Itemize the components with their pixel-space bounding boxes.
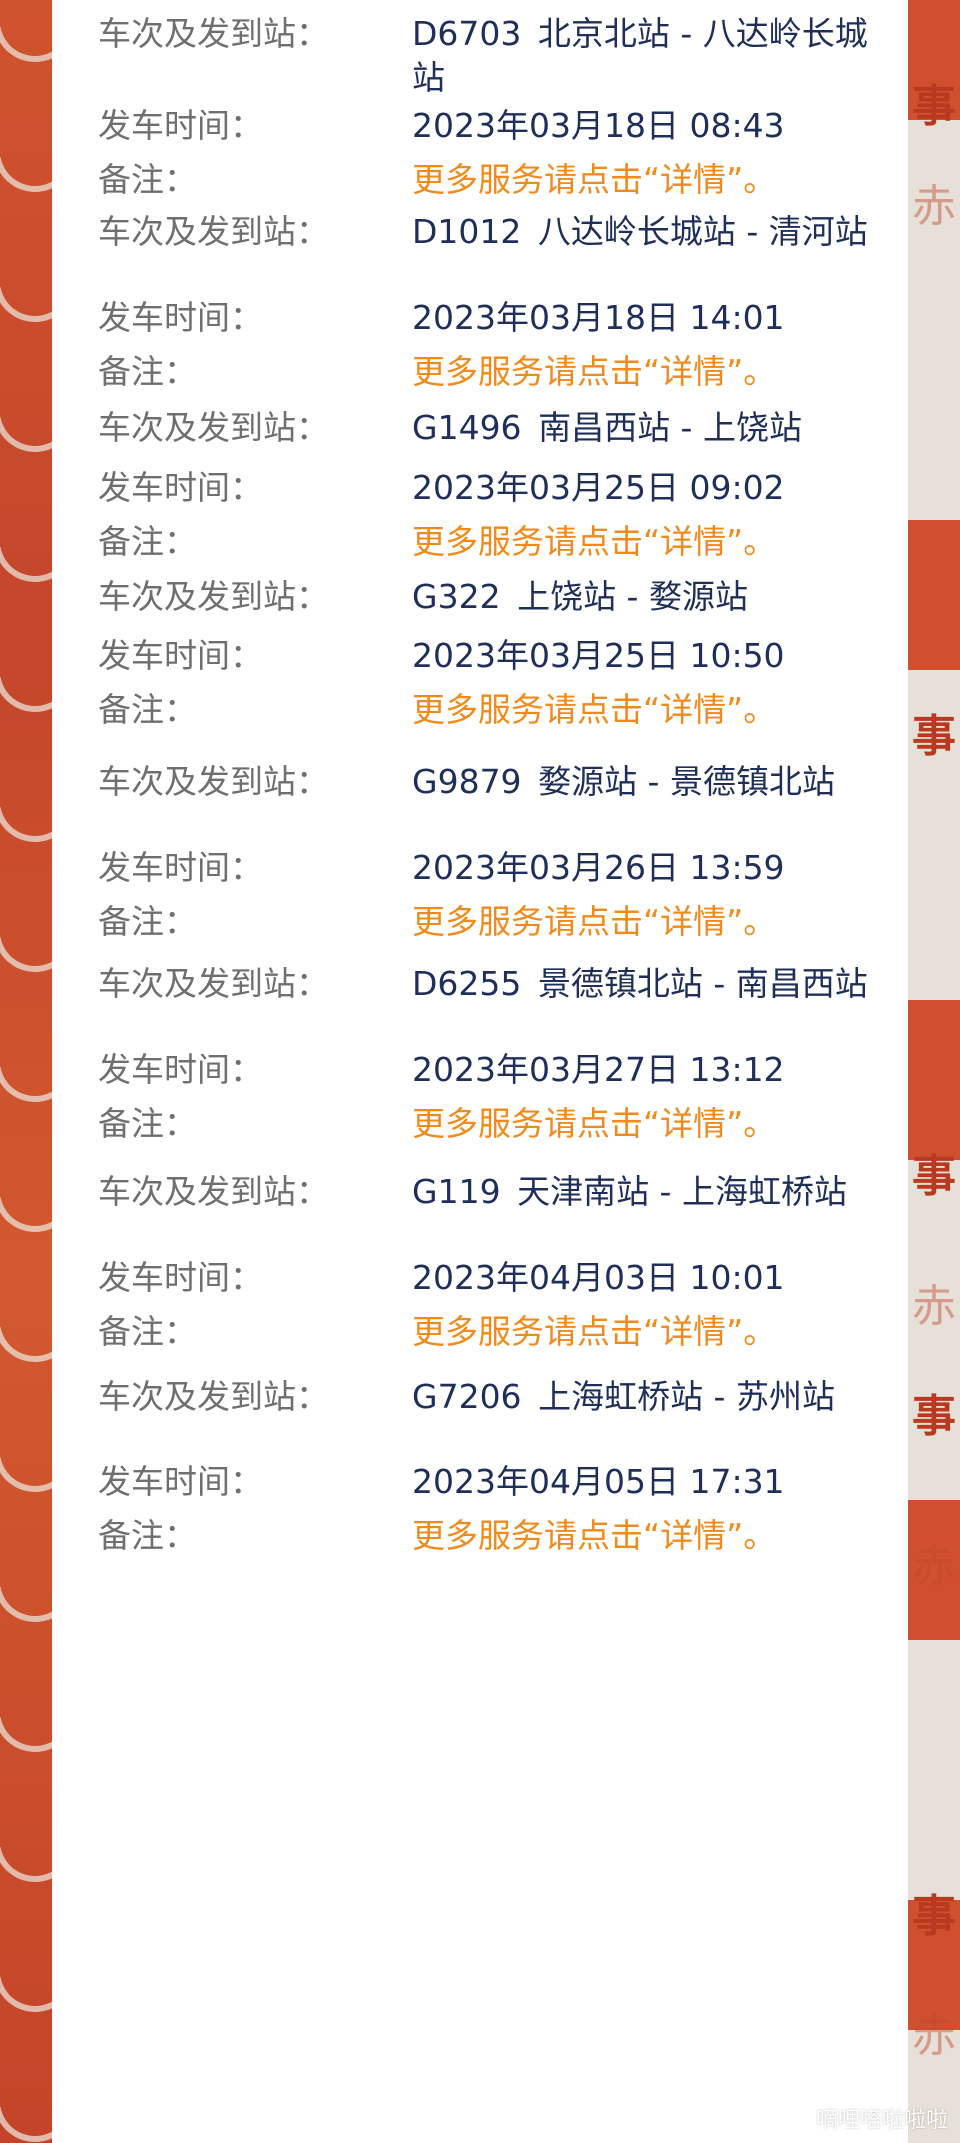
train-number: G9879: [412, 762, 522, 801]
decorative-glyph: 赤: [912, 181, 956, 232]
decorative-glyph: 赤: [912, 2011, 956, 2062]
weibo-icon: [790, 2111, 811, 2129]
train-and-route-value: G7206 上海虹桥站 - 苏州站: [412, 1375, 900, 1419]
decorative-swirl: [0, 873, 52, 989]
details-link[interactable]: 更多服务请点击“详情”。: [412, 688, 900, 732]
decorative-swirl: [0, 93, 52, 209]
decorative-swirl: [0, 1523, 52, 1639]
details-link[interactable]: 更多服务请点击“详情”。: [412, 1310, 900, 1354]
remark-label: 备注：: [98, 1312, 197, 1351]
ticket-list-panel: 车次及发到站： D6703 北京北站 - 八达岭长城站发车时间： 2023年03月1…: [52, 0, 908, 2143]
train-route-label: 车次及发到站：: [98, 577, 329, 616]
remark-label: 备注：: [98, 1516, 197, 1555]
train-and-route-value: G1496 南昌西站 - 上饶站: [412, 406, 900, 450]
departure-time-label: 发车时间：: [98, 636, 263, 675]
decorative-glyph: 赤: [912, 1541, 956, 1592]
remark-label: 备注：: [98, 160, 197, 199]
decorative-swirl: [0, 1913, 52, 2029]
decorative-swirl: [0, 1783, 52, 1899]
route-stations: 上海虹桥站 - 苏州站: [538, 1377, 835, 1416]
departure-time-label: 发车时间：: [98, 1258, 263, 1297]
route-stations: 南昌西站 - 上饶站: [538, 408, 802, 447]
decorative-glyph: 事: [912, 1891, 956, 1942]
train-and-route-value: G119 天津南站 - 上海虹桥站: [412, 1170, 900, 1214]
train-route-label: 车次及发到站：: [98, 964, 329, 1003]
decorative-swirl: [0, 0, 52, 79]
departure-time-value: 2023年04月05日 17:31: [412, 1462, 785, 1501]
details-link[interactable]: 更多服务请点击“详情”。: [412, 1102, 900, 1146]
decorative-glyph: 赤: [912, 1281, 956, 1332]
route-stations: 上饶站 - 婺源站: [517, 577, 748, 616]
train-route-label: 车次及发到站：: [98, 1172, 329, 1211]
decorative-swirl: [0, 1393, 52, 1509]
train-route-label: 车次及发到站：: [98, 408, 329, 447]
departure-time-value: 2023年03月25日 10:50: [412, 636, 785, 675]
remark-label: 备注：: [98, 352, 197, 391]
train-route-label: 车次及发到站：: [98, 14, 329, 53]
train-number: D1012: [412, 212, 522, 251]
train-route-label: 车次及发到站：: [98, 212, 329, 251]
train-and-route-value: G322 上饶站 - 婺源站: [412, 575, 900, 619]
departure-time-value: 2023年03月27日 13:12: [412, 1050, 785, 1089]
train-and-route-value: D6703 北京北站 - 八达岭长城站: [412, 12, 900, 100]
details-link[interactable]: 更多服务请点击“详情”。: [412, 900, 900, 944]
remark-label: 备注：: [98, 902, 197, 941]
departure-time-label: 发车时间：: [98, 1050, 263, 1089]
train-number: G7206: [412, 1377, 522, 1416]
departure-time-value: 2023年04月03日 10:01: [412, 1258, 785, 1297]
decorative-swirl: [0, 1653, 52, 1769]
decorative-glyph: 事: [912, 1151, 956, 1202]
decorative-swirl: [0, 223, 52, 339]
route-stations: 景德镇北站 - 南昌西站: [537, 964, 868, 1003]
train-route-label: 车次及发到站：: [98, 762, 329, 801]
right-decorative-strip: 事赤事事赤事赤事赤: [908, 0, 960, 2143]
departure-time-value: 2023年03月18日 08:43: [412, 106, 785, 145]
left-decorative-strip: [0, 0, 52, 2143]
departure-time-label: 发车时间：: [98, 106, 263, 145]
details-link[interactable]: 更多服务请点击“详情”。: [412, 1514, 900, 1558]
departure-time-label: 发车时间：: [98, 1462, 263, 1501]
train-number: G119: [412, 1172, 501, 1211]
departure-time-value: 2023年03月25日 09:02: [412, 468, 785, 507]
train-number: D6703: [412, 14, 522, 53]
train-and-route-value: D1012 八达岭长城站 - 清河站: [412, 210, 900, 254]
departure-time-label: 发车时间：: [98, 298, 263, 337]
watermark-text: 嘀哩嗒啦啦啦: [816, 2108, 949, 2133]
departure-time-label: 发车时间：: [98, 468, 263, 507]
route-stations: 八达岭长城站 - 清河站: [537, 212, 868, 251]
route-stations: 天津南站 - 上海虹桥站: [517, 1172, 847, 1211]
decorative-swirl: [0, 743, 52, 859]
train-number: G1496: [412, 408, 522, 447]
remark-label: 备注：: [98, 690, 197, 729]
train-and-route-value: G9879 婺源站 - 景德镇北站: [412, 760, 900, 804]
details-link[interactable]: 更多服务请点击“详情”。: [412, 350, 900, 394]
details-link[interactable]: 更多服务请点击“详情”。: [412, 520, 900, 564]
decorative-swirl: [0, 483, 52, 599]
decorative-glyph: 事: [912, 1391, 956, 1442]
decorative-swirl: [0, 2043, 52, 2143]
departure-time-label: 发车时间：: [98, 848, 263, 887]
train-route-label: 车次及发到站：: [98, 1377, 329, 1416]
remark-label: 备注：: [98, 1104, 197, 1143]
decorative-swirl: [0, 1263, 52, 1379]
train-number: D6255: [412, 964, 522, 1003]
decorative-block: [908, 1000, 960, 1160]
watermark: 嘀哩嗒啦啦啦: [790, 2102, 948, 2134]
decorative-glyph: 事: [912, 711, 956, 762]
departure-time-value: 2023年03月26日 13:59: [412, 848, 785, 887]
route-stations: 婺源站 - 景德镇北站: [538, 762, 835, 801]
decorative-swirl: [0, 613, 52, 729]
decorative-swirl: [0, 353, 52, 469]
decorative-block: [908, 520, 960, 670]
decorative-swirl: [0, 1003, 52, 1119]
remark-label: 备注：: [98, 522, 197, 561]
departure-time-value: 2023年03月18日 14:01: [412, 298, 785, 337]
train-and-route-value: D6255 景德镇北站 - 南昌西站: [412, 962, 900, 1006]
details-link[interactable]: 更多服务请点击“详情”。: [412, 158, 900, 202]
train-number: G322: [412, 577, 501, 616]
decorative-glyph: 事: [912, 81, 956, 132]
decorative-swirl: [0, 1133, 52, 1249]
